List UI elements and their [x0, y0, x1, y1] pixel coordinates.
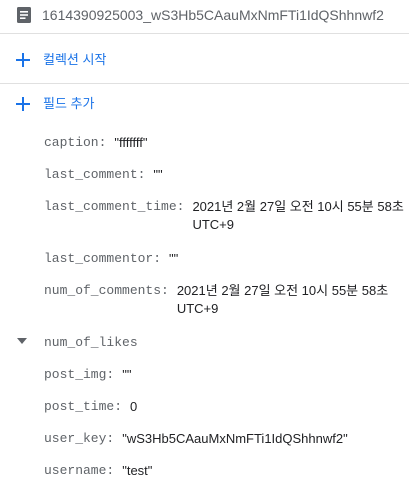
field-row-num-of-comments[interactable]: num_of_comments: 2021년 2월 27일 오전 10시 55분… [44, 282, 404, 318]
field-row-username[interactable]: username: "test" [44, 462, 404, 480]
document-header: 1614390925003_wS3Hb5CAauMxNmFTi1IdQShhnw… [0, 0, 409, 34]
field-row-last-comment[interactable]: last_comment: "" [44, 166, 404, 184]
plus-icon [16, 53, 30, 67]
field-row-post-img[interactable]: post_img: "" [44, 366, 404, 384]
field-key: caption: [44, 135, 107, 150]
field-value: "" [153, 167, 163, 182]
field-value: "fffffff" [114, 135, 148, 150]
field-value: 2021년 2월 27일 오전 10시 55분 58초 UTC+9 [176, 283, 389, 316]
field-row-last-commentor[interactable]: last_commentor: "" [44, 250, 404, 268]
field-row-caption[interactable]: caption: "fffffff" [44, 134, 404, 152]
field-key: last_comment: [44, 167, 146, 182]
field-row-last-comment-time[interactable]: last_comment_time: 2021년 2월 27일 오전 10시 5… [44, 198, 404, 234]
field-key: user_key: [44, 431, 115, 446]
field-value: "" [122, 367, 132, 382]
document-id: 1614390925003_wS3Hb5CAauMxNmFTi1IdQShhnw… [42, 7, 384, 23]
field-value: 0 [130, 399, 138, 414]
field-key: num_of_comments: [44, 283, 169, 298]
field-key: num_of_likes [44, 335, 138, 350]
field-value: "test" [122, 463, 153, 478]
field-key: post_img: [44, 367, 115, 382]
start-collection-button[interactable]: 컬렉션 시작 [0, 40, 409, 84]
field-value: "wS3Hb5CAauMxNmFTi1IdQShhnwf2" [122, 431, 348, 446]
field-key: username: [44, 463, 115, 478]
start-collection-label: 컬렉션 시작 [43, 52, 107, 67]
field-key: post_time: [44, 399, 123, 414]
field-row-num-of-likes[interactable]: num_of_likes [44, 334, 404, 352]
field-value: 2021년 2월 27일 오전 10시 55분 58초 UTC+9 [192, 199, 404, 232]
field-key: last_comment_time: [44, 199, 185, 214]
field-row-post-time[interactable]: post_time: 0 [44, 398, 404, 416]
add-field-button[interactable]: 필드 추가 [0, 84, 409, 128]
add-field-label: 필드 추가 [43, 96, 95, 111]
document-icon [17, 7, 31, 23]
plus-icon [16, 97, 30, 111]
caret-down-icon[interactable] [17, 338, 27, 344]
field-key: last_commentor: [44, 251, 162, 266]
field-value: "" [169, 251, 179, 266]
field-row-user-key[interactable]: user_key: "wS3Hb5CAauMxNmFTi1IdQShhnwf2" [44, 430, 404, 448]
